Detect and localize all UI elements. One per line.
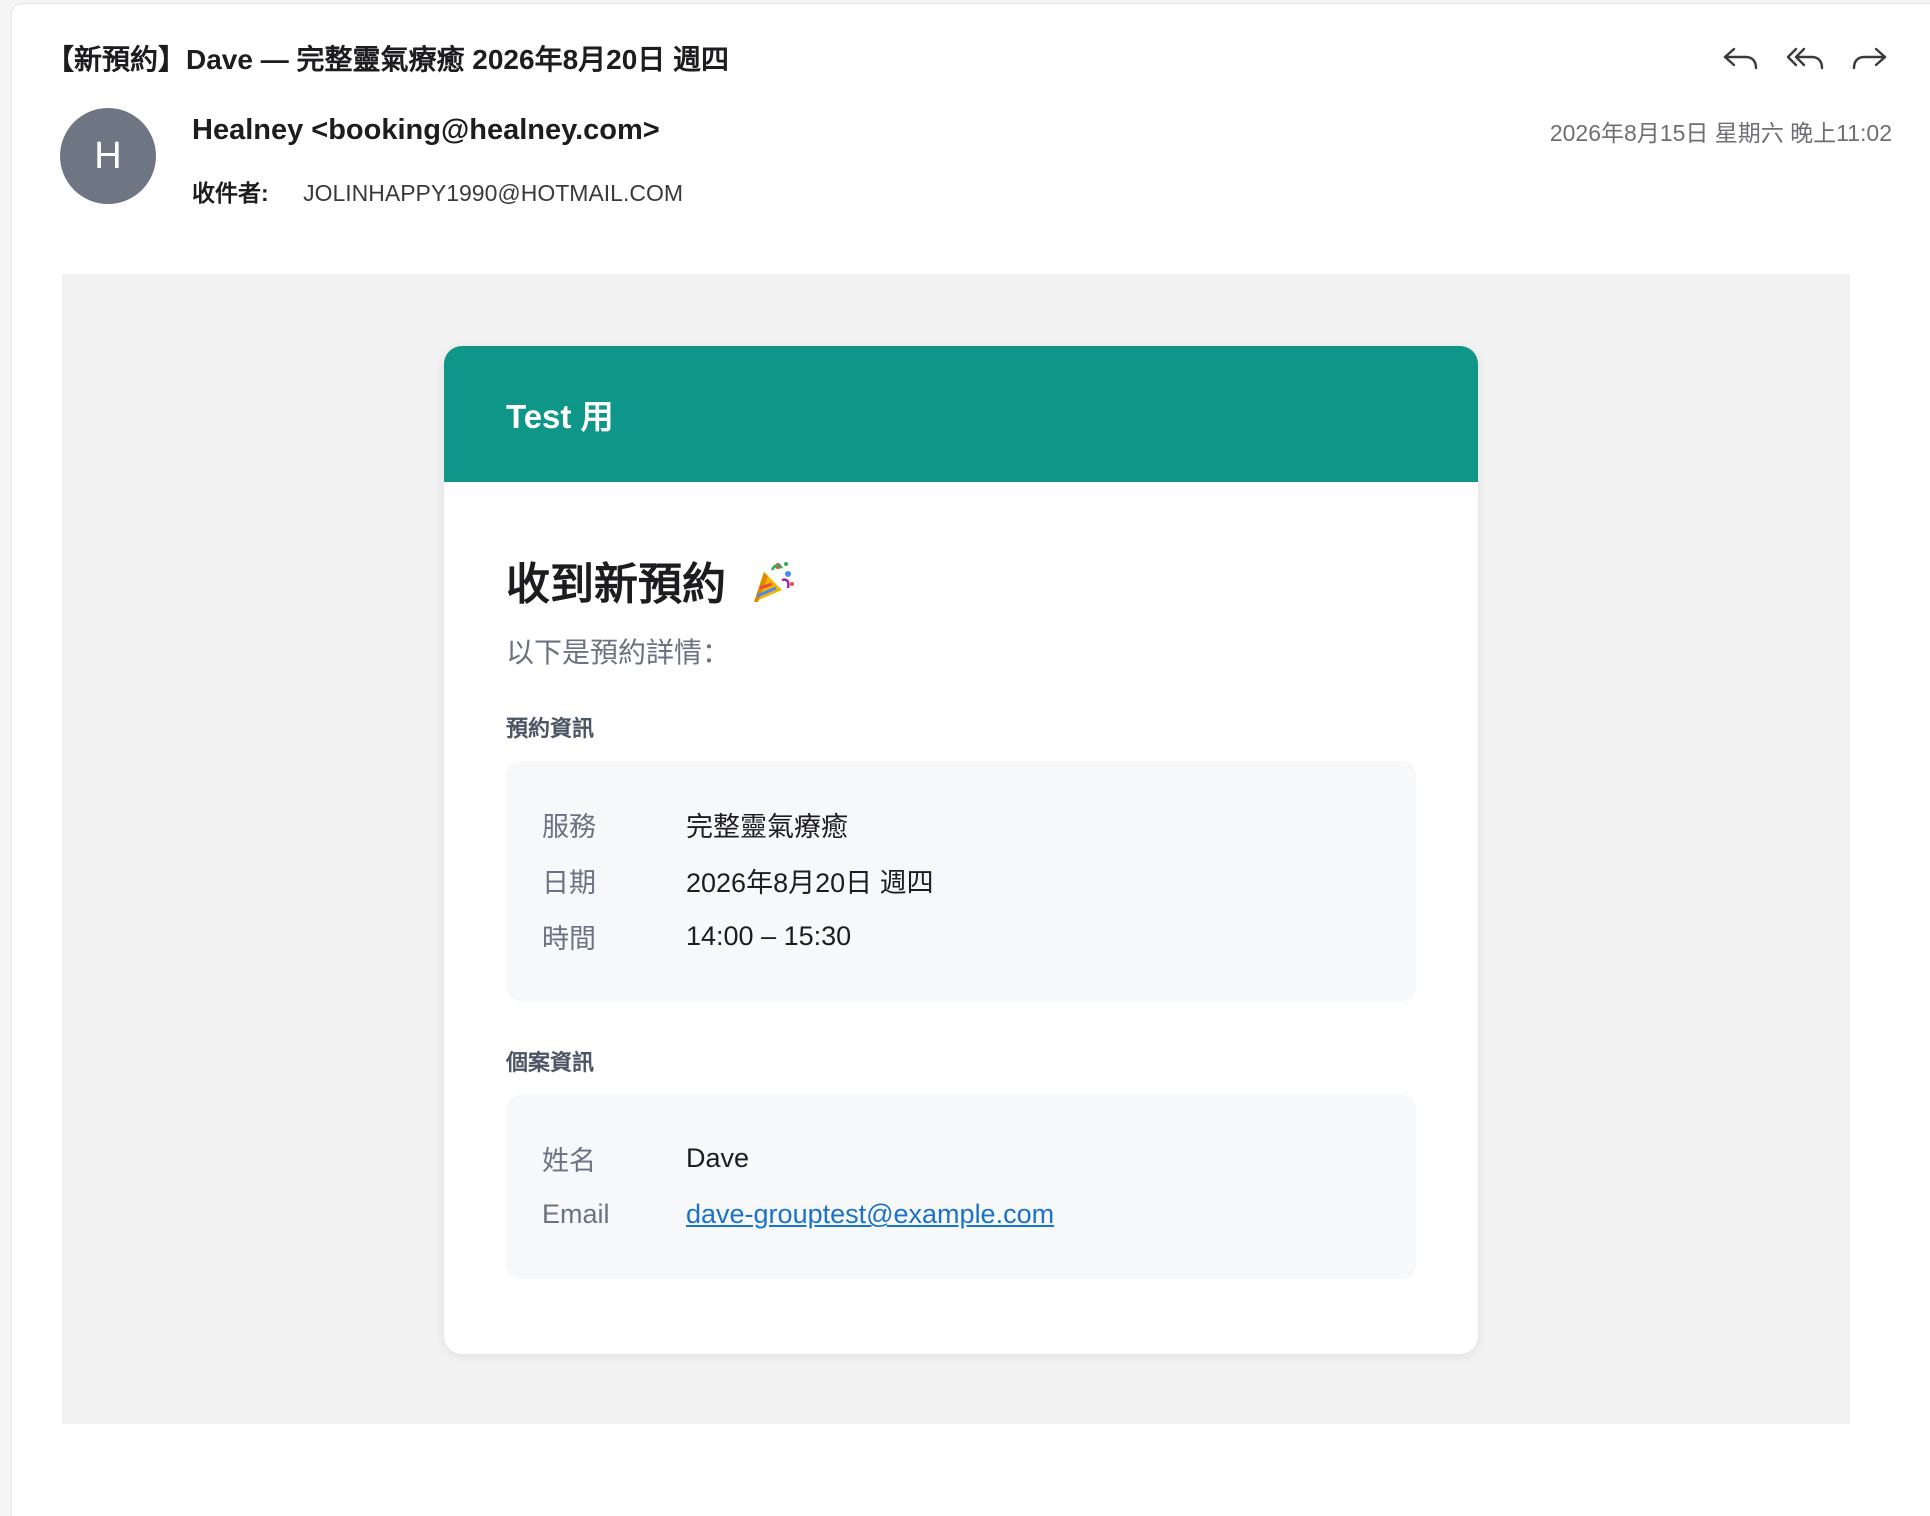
recipient-label: 收件者: xyxy=(192,180,269,206)
booking-info-box: 服務 完整靈氣療癒 日期 2026年8月20日 週四 時間 14:00 – 15… xyxy=(506,760,1416,1001)
card-heading: 收到新預約 xyxy=(506,548,1416,617)
email-body: Test 用 收到新預約 以下是預約詳情： 預約資訊 服務 完整靈氣療癒 日期 … xyxy=(62,274,1850,1424)
card-header: Test 用 xyxy=(444,346,1478,482)
booking-row-time: 時間 14:00 – 15:30 xyxy=(542,909,1380,965)
info-label: 時間 xyxy=(542,924,596,955)
client-section-title: 個案資訊 xyxy=(506,1049,595,1075)
card-subheading: 以下是預約詳情： xyxy=(506,636,731,668)
party-popper-icon xyxy=(748,558,796,617)
recipient-address[interactable]: JOLINHAPPY1990@HOTMAIL.COM xyxy=(303,180,683,206)
email-window: 【新預約】Dave — 完整靈氣療癒 2026年8月20日 週四 H Healn… xyxy=(12,4,1930,1516)
email-timestamp: 2026年8月15日 星期六 晚上11:02 xyxy=(1549,120,1892,146)
sender-initial: H xyxy=(94,134,122,177)
client-row-name: 姓名 Dave xyxy=(542,1131,1380,1187)
reply-all-button[interactable] xyxy=(1784,38,1826,80)
sender-avatar: H xyxy=(60,108,156,204)
card-heading-text: 收到新預約 xyxy=(506,560,726,609)
info-label: Email xyxy=(542,1199,610,1230)
info-value: Dave xyxy=(686,1143,750,1174)
reply-icon xyxy=(1723,47,1758,70)
booking-row-date: 日期 2026年8月20日 週四 xyxy=(542,853,1380,909)
client-row-email: Email dave-grouptest@example.com xyxy=(542,1187,1380,1243)
booking-section-title: 預約資訊 xyxy=(506,715,595,741)
info-value: 2026年8月20日 週四 xyxy=(686,868,934,899)
email-actions-toolbar xyxy=(1720,38,1890,80)
card-content: 收到新預約 以下是預約詳情： 預約資訊 服務 完整靈氣療癒 日期 2026年8月… xyxy=(444,548,1478,1279)
booking-row-service: 服務 完整靈氣療癒 xyxy=(542,797,1380,853)
card-header-title: Test 用 xyxy=(506,398,614,435)
client-email-link[interactable]: dave-grouptest@example.com xyxy=(686,1199,1054,1230)
forward-button[interactable] xyxy=(1848,38,1890,80)
info-label: 日期 xyxy=(542,868,596,899)
email-subject: 【新預約】Dave — 完整靈氣療癒 2026年8月20日 週四 xyxy=(46,44,730,75)
client-info-box: 姓名 Dave Email dave-grouptest@example.com xyxy=(506,1094,1416,1279)
info-value: 完整靈氣療癒 xyxy=(686,812,848,843)
info-label: 服務 xyxy=(542,812,596,843)
sender-address[interactable]: Healney <booking@healney.com> xyxy=(192,114,660,147)
booking-card: Test 用 收到新預約 以下是預約詳情： 預約資訊 服務 完整靈氣療癒 日期 … xyxy=(444,346,1478,1354)
reply-all-icon xyxy=(1786,47,1824,70)
forward-icon xyxy=(1852,47,1887,70)
info-label: 姓名 xyxy=(542,1146,596,1177)
recipient-row: 收件者: JOLINHAPPY1990@HOTMAIL.COM xyxy=(192,174,683,208)
info-value: 14:00 – 15:30 xyxy=(686,921,852,952)
reply-button[interactable] xyxy=(1720,38,1762,80)
